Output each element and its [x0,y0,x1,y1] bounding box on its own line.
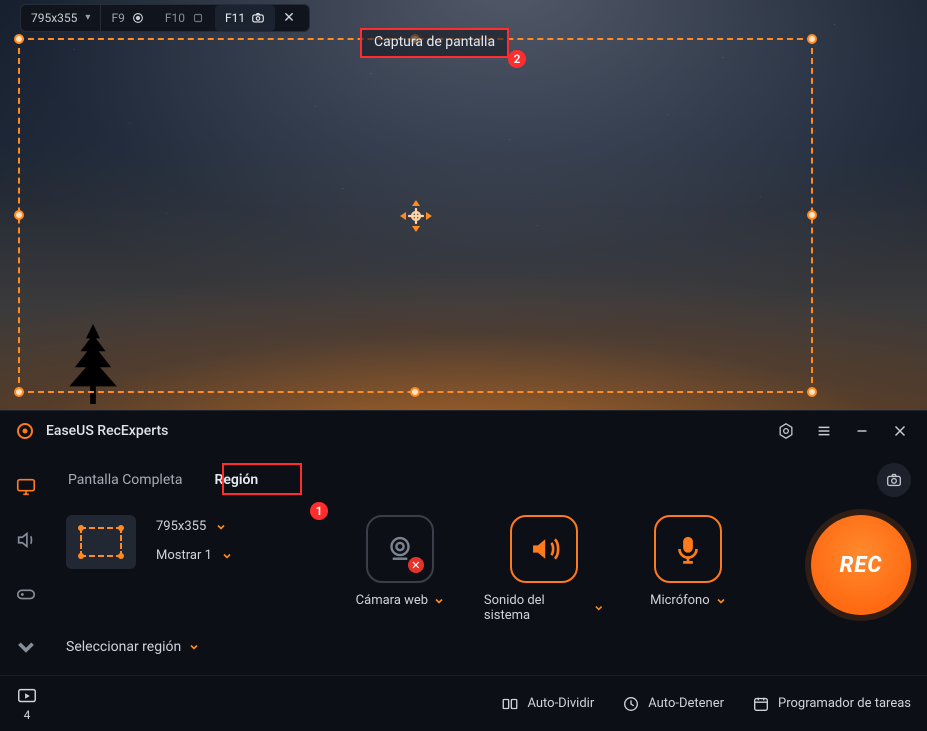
auto-split-button[interactable]: Auto-Dividir [501,695,594,713]
main-panel: Pantalla Completa Región 795x355 [52,451,927,675]
menu-button[interactable] [811,418,837,444]
selection-size-value: 795x355 [31,11,77,25]
resize-handle-bm[interactable] [410,387,420,397]
resize-handle-mr[interactable] [807,210,817,220]
hotkey-f11-label: F11 [225,11,245,25]
record-button[interactable]: REC [811,515,911,615]
resize-handle-bl[interactable] [14,387,24,397]
sidebar-more[interactable] [13,636,39,660]
select-region-label: Seleccionar región [66,639,181,655]
app-window: EaseUS RecExperts [0,410,927,731]
sidebar-item-screen[interactable] [13,475,39,499]
sidebar-item-game[interactable] [13,582,39,606]
camera-icon [251,11,265,25]
region-size-dropdown[interactable]: 795x355 [156,519,232,534]
system-sound-label[interactable]: Sonido del sistema [484,593,604,623]
tab-region[interactable]: Región [198,462,274,498]
webcam-off-badge: ✕ [408,557,424,573]
floating-toolbar-close[interactable]: ✕ [275,10,303,26]
resize-handle-br[interactable] [807,387,817,397]
titlebar: EaseUS RecExperts [0,411,927,451]
microphone-label[interactable]: Micrófono [650,593,726,608]
close-button[interactable] [887,418,913,444]
hotkey-f9-label: F9 [111,11,124,25]
app-logo-icon [16,422,34,440]
system-sound-column: Sonido del sistema [484,515,604,623]
hotkey-f11[interactable]: F11 [215,5,275,31]
microphone-toggle[interactable] [654,515,722,583]
settings-button[interactable] [773,418,799,444]
resize-handle-tr[interactable] [807,34,817,44]
region-block: 795x355 Mostrar 1 [66,515,232,569]
tab-fullscreen[interactable]: Pantalla Completa [52,462,198,498]
system-sound-toggle[interactable] [510,515,578,583]
resize-handle-ml[interactable] [14,210,24,220]
hotkey-f9[interactable]: F9 [101,5,154,31]
annotation-badge-2: 2 [508,50,526,68]
recordings-button[interactable]: 4 [16,686,38,722]
auto-stop-label: Auto-Detener [648,696,724,711]
microphone-column: Micrófono [628,515,748,608]
recordings-count: 4 [24,708,31,722]
annotation-badge-1: 1 [310,502,328,520]
webcam-toggle[interactable]: ✕ [366,515,434,583]
sidebar-item-audio[interactable] [13,529,39,553]
auto-split-label: Auto-Dividir [527,696,594,711]
screenshot-tooltip: Captura de pantalla [360,28,509,58]
mode-tabs: Pantalla Completa Región [52,451,911,509]
selection-size-dropdown[interactable]: 795x355 ▾ [21,5,101,31]
bottom-bar: 4 Auto-Dividir Auto-Detener Programador … [0,675,927,731]
minimize-button[interactable] [849,418,875,444]
task-scheduler-label: Programador de tareas [778,696,911,711]
region-size-value: 795x355 [156,519,206,534]
region-thumbnail[interactable] [66,515,136,569]
display-value: Mostrar 1 [156,548,212,563]
sidebar [0,451,52,675]
hotkey-f10[interactable]: F10 [155,5,215,31]
display-dropdown[interactable]: Mostrar 1 [156,548,232,563]
move-cursor-icon [394,194,438,238]
webcam-column: ✕ Cámara web [340,515,460,608]
app-title: EaseUS RecExperts [46,423,168,439]
stop-square-icon [191,11,205,25]
resize-handle-tl[interactable] [14,34,24,44]
screenshot-tooltip-text: Captura de pantalla [374,34,495,50]
task-scheduler-button[interactable]: Programador de tareas [752,695,911,713]
auto-stop-button[interactable]: Auto-Detener [622,695,724,713]
record-button-label: REC [840,553,883,578]
webcam-label[interactable]: Cámara web [356,593,444,608]
floating-toolbar: 795x355 ▾ F9 F10 F11 ✕ [20,4,310,32]
record-dot-icon [131,11,145,25]
hotkey-f10-label: F10 [165,11,185,25]
capture-selection[interactable] [18,38,813,393]
select-region-dropdown[interactable]: Seleccionar región [66,639,199,655]
screenshot-button[interactable] [877,463,911,497]
chevron-down-icon: ▾ [85,12,90,23]
